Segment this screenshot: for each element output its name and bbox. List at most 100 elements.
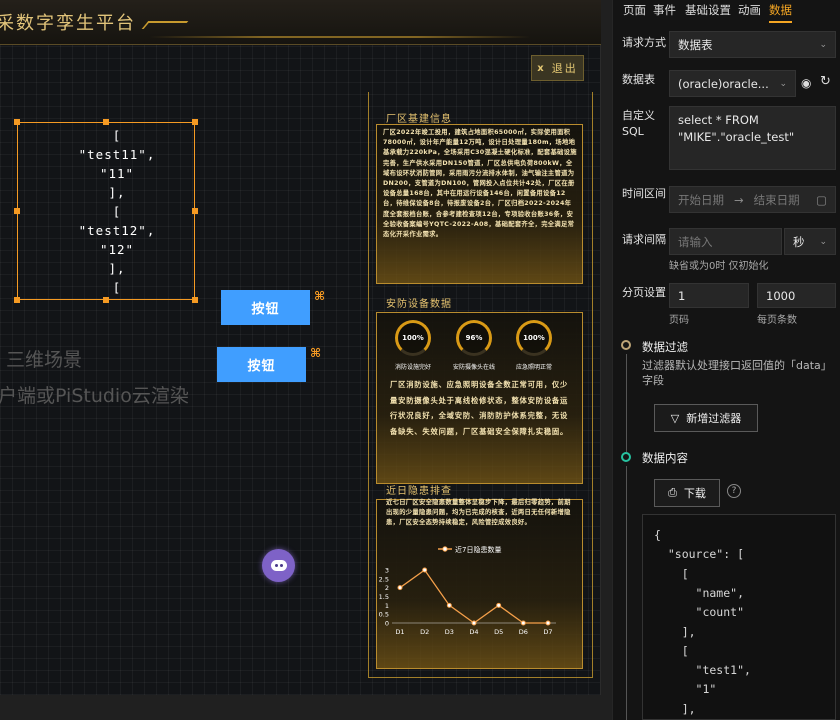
link-icon: ⌘ [310, 346, 322, 360]
exit-label: 退出 [551, 62, 578, 75]
gauge-fire: 100% [395, 320, 431, 356]
data-point [471, 620, 477, 626]
scene-placeholder-text: 三维场景 [6, 349, 83, 371]
gauge-camera: 96% [456, 320, 492, 356]
request-method-select[interactable]: 数据表 ⌄ [669, 31, 836, 58]
gauge-label: 应急照明正常 [515, 364, 552, 371]
chevron-down-icon: ⌄ [819, 39, 827, 50]
resize-handle-sw[interactable] [14, 297, 20, 303]
y-tick-label: 2 [385, 584, 389, 592]
canvas-button-2[interactable]: 按钮 [217, 347, 306, 382]
help-icon[interactable]: ? [727, 484, 741, 498]
close-icon: x [537, 62, 546, 74]
table-select[interactable]: (oracle)oracle... ⌄ [669, 70, 796, 97]
date-range-picker[interactable]: 开始日期 → 结束日期 ▢ [669, 186, 836, 213]
x-tick-label: D7 [543, 628, 552, 636]
page-number-input[interactable]: 1 [669, 283, 749, 308]
filter-section-title: 数据过滤 [642, 340, 688, 354]
resize-handle-se[interactable] [192, 297, 198, 303]
tab-data[interactable]: 数据 [769, 2, 792, 23]
panel-title-security: 安防设备数据 [386, 299, 452, 310]
gauge-lighting: 100% [516, 320, 552, 356]
interval-unit-select[interactable]: 秒 ⌄ [784, 228, 836, 255]
infrastructure-text: 厂区2022年竣工投用，建筑占地面积65000㎡，实际使用面积78000㎡，设计… [383, 129, 577, 239]
code-line: "count" [654, 605, 745, 620]
link-icon: ⌘ [314, 289, 326, 303]
paging-label: 分页设置 [622, 286, 666, 299]
data-point [496, 602, 502, 608]
code-line: [ [654, 643, 689, 658]
interval-label: 请求间隔 [622, 233, 666, 246]
timeline-line [626, 466, 627, 720]
code-line: [ [654, 566, 689, 581]
tab-page[interactable]: 页面 [623, 2, 646, 18]
y-tick-label: 0 [385, 620, 389, 628]
tab-basic-settings[interactable]: 基础设置 [685, 2, 731, 18]
app-root: 采数字孪生平台 x 退出 [ "test11", "11" ], [ "test… [0, 0, 840, 720]
eye-icon[interactable]: ◉ [801, 76, 811, 90]
request-method-label: 请求方式 [622, 36, 666, 49]
code-line: { [654, 528, 661, 542]
code-line: ], [654, 701, 696, 716]
series-line [399, 569, 548, 624]
exit-button[interactable]: x 退出 [531, 55, 584, 81]
interval-input[interactable]: 请输入 [669, 228, 782, 255]
x-tick-label: D2 [420, 628, 429, 636]
table-label: 数据表 [622, 73, 655, 86]
x-tick-label: D4 [469, 628, 478, 636]
filter-description: 过滤器默认处理接口返回值的「data」字段 [642, 359, 832, 387]
y-tick-label: 0.5 [379, 611, 389, 619]
timeline-line [626, 354, 627, 452]
gauge-label: 消防设施完好 [394, 364, 431, 371]
custom-sql-textarea[interactable]: select * FROM "MIKE"."oracle_test" [669, 106, 836, 170]
frame-border [592, 92, 593, 677]
download-icon: ⎙ [668, 486, 677, 499]
gauge-label: 安防摄像头在线 [452, 364, 495, 371]
calendar-icon: ▢ [816, 192, 827, 207]
timeline-dot [621, 452, 631, 462]
platform-title: 采数字孪生平台 [0, 13, 136, 34]
add-filter-button[interactable]: ▽ 新增过滤器 [654, 404, 758, 432]
content-section-title: 数据内容 [642, 451, 688, 465]
refresh-icon[interactable]: ↻ [820, 74, 831, 89]
scene-placeholder-subtext: 户端或PiStudio云渲染 [0, 385, 189, 407]
y-tick-label: 1 [385, 602, 389, 610]
frame-border [368, 677, 593, 678]
data-point [545, 620, 551, 626]
assistant-avatar-icon[interactable] [262, 549, 295, 582]
canvas-button-1[interactable]: 按钮 [221, 290, 310, 325]
code-line: "test1", [654, 663, 751, 678]
resize-handle-ne[interactable] [192, 119, 198, 125]
custom-sql-label-1: 自定义 [622, 109, 655, 122]
y-tick-label: 1.5 [379, 593, 389, 601]
x-tick-label: D3 [445, 628, 454, 636]
x-tick-label: D6 [519, 628, 528, 636]
design-canvas[interactable]: 采数字孪生平台 x 退出 [ "test11", "11" ], [ "test… [0, 0, 612, 720]
resize-handle-n[interactable] [103, 119, 109, 125]
chevron-down-icon: ⌄ [779, 78, 787, 89]
tab-animation[interactable]: 动画 [738, 2, 761, 18]
resize-handle-s[interactable] [103, 297, 109, 303]
interval-hint: 缺省或为0时 仅初始化 [669, 261, 769, 272]
code-line: "1" [654, 682, 717, 697]
page-size-hint: 每页条数 [757, 315, 797, 326]
table-value: (oracle)oracle... [678, 76, 769, 91]
panel-title-hazard: 近日隐患排查 [386, 486, 452, 497]
panel-title-infrastructure: 厂区基建信息 [386, 114, 452, 125]
chevron-down-icon: ⌄ [819, 236, 827, 247]
security-text: 厂区消防设施、应急照明设备全数正常可用，仅少量安防摄像头处于离线检修状态，整体安… [390, 380, 569, 436]
resize-handle-nw[interactable] [14, 119, 20, 125]
code-line: ], [654, 624, 696, 639]
y-tick-label: 3 [385, 567, 389, 575]
frame-border [368, 92, 369, 677]
x-tick-label: D1 [395, 628, 404, 636]
y-tick-label: 2.5 [379, 575, 389, 583]
legend-marker [442, 546, 448, 552]
tab-events[interactable]: 事件 [653, 2, 676, 18]
download-button[interactable]: ⎙ 下载 [654, 479, 720, 507]
page-size-input[interactable]: 1000 [757, 283, 836, 308]
data-point [520, 620, 526, 626]
timeline-dot [621, 340, 631, 350]
interval-unit-value: 秒 [793, 234, 805, 249]
json-text-content: [ "test11", "11" ], [ "test12", "12" ], … [78, 128, 156, 295]
